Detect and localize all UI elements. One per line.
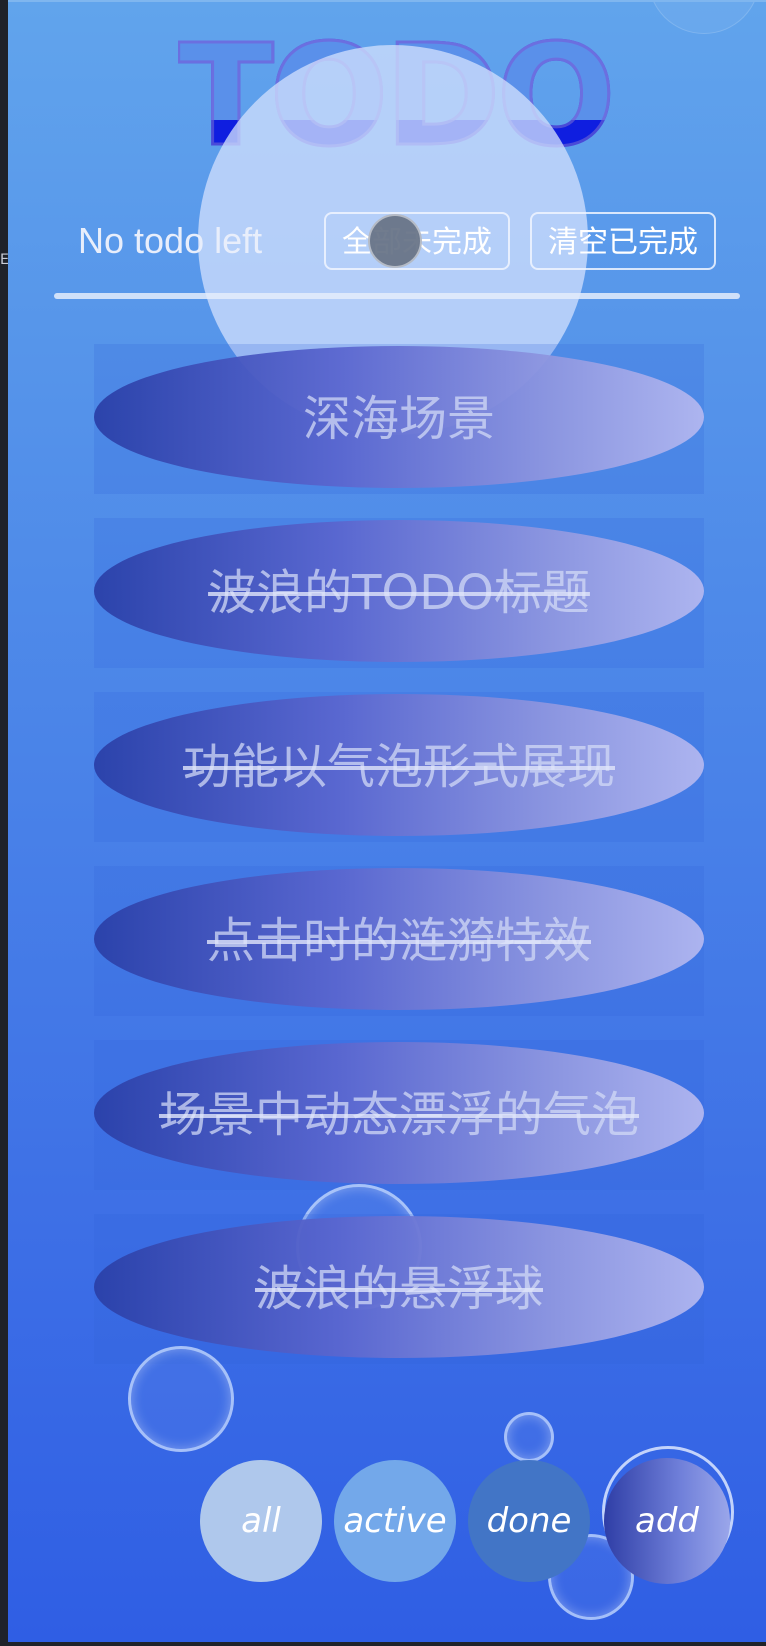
todo-item-text: 功能以气泡形式展现 bbox=[182, 739, 615, 795]
todo-item[interactable]: 功能以气泡形式展现 bbox=[94, 692, 704, 842]
todo-item-text: 点击时的涟漪特效 bbox=[206, 913, 591, 969]
window-edge-glyph: E bbox=[0, 252, 8, 268]
todo-item[interactable]: 波浪的TODO标题 bbox=[94, 518, 704, 668]
todo-item[interactable]: 波浪的悬浮球 bbox=[94, 1214, 704, 1364]
click-ripple-center bbox=[368, 214, 422, 268]
floating-bubble bbox=[648, 2, 760, 34]
todo-item-text: 波浪的TODO标题 bbox=[208, 565, 590, 621]
todo-app: TODO TODO No todo left 全部未完成 清空已完成 深海场景 … bbox=[8, 0, 766, 1642]
filter-done-button[interactable]: done bbox=[468, 1460, 590, 1582]
todo-item-text: 深海场景 bbox=[302, 391, 495, 447]
header-divider bbox=[54, 293, 740, 299]
todo-item[interactable]: 场景中动态漂浮的气泡 bbox=[94, 1040, 704, 1190]
todo-count-text: No todo left bbox=[78, 220, 263, 261]
todo-item[interactable]: 深海场景 bbox=[94, 344, 704, 494]
filter-active-button[interactable]: active bbox=[334, 1460, 456, 1582]
floating-bubble bbox=[504, 1412, 554, 1462]
todo-item[interactable]: 点击时的涟漪特效 bbox=[94, 866, 704, 1016]
todo-item-text: 波浪的悬浮球 bbox=[254, 1261, 543, 1317]
todo-item-text: 场景中动态漂浮的气泡 bbox=[158, 1087, 639, 1143]
filter-all-button[interactable]: all bbox=[200, 1460, 322, 1582]
floating-bubble bbox=[128, 1346, 234, 1452]
clear-completed-button[interactable]: 清空已完成 bbox=[530, 212, 716, 270]
add-todo-button[interactable]: add bbox=[604, 1458, 730, 1584]
